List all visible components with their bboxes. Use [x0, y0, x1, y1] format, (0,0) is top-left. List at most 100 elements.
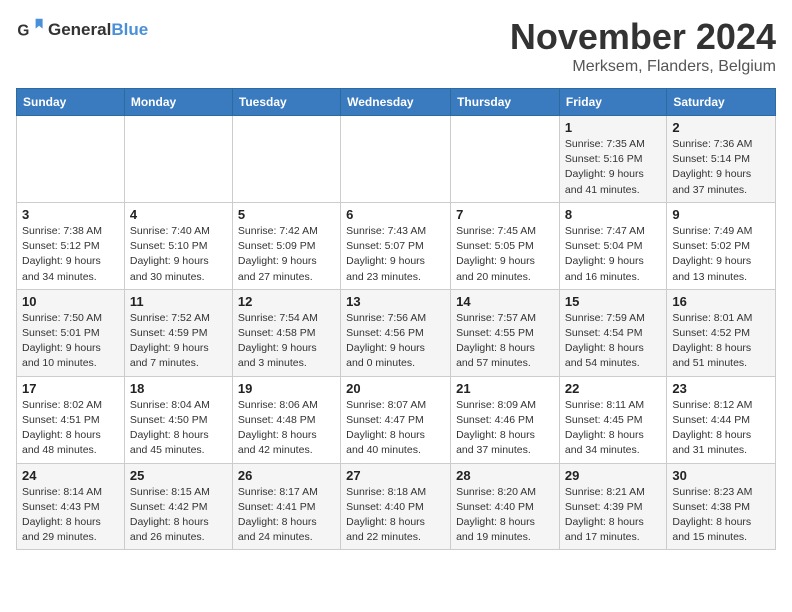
day-info: Sunrise: 7:56 AMSunset: 4:56 PMDaylight:…: [346, 311, 445, 372]
day-info: Sunrise: 8:12 AMSunset: 4:44 PMDaylight:…: [672, 398, 770, 459]
day-number: 13: [346, 294, 445, 309]
calendar-cell: 22 Sunrise: 8:11 AMSunset: 4:45 PMDayligh…: [559, 376, 666, 463]
title-area: November 2024 Merksem, Flanders, Belgium: [510, 16, 776, 76]
calendar-cell: 3Sunrise: 7:38 AMSunset: 5:12 PMDaylight…: [17, 202, 125, 289]
day-number: 6: [346, 207, 445, 222]
weekday-header-friday: Friday: [559, 89, 666, 116]
day-number: 7: [456, 207, 554, 222]
calendar-cell: 14 Sunrise: 7:57 AMSunset: 4:55 PMDayligh…: [451, 289, 560, 376]
calendar-cell: 16 Sunrise: 8:01 AMSunset: 4:52 PMDayligh…: [667, 289, 776, 376]
calendar-cell: 6Sunrise: 7:43 AMSunset: 5:07 PMDaylight…: [341, 202, 451, 289]
day-info: Sunrise: 7:57 AMSunset: 4:55 PMDaylight:…: [456, 311, 554, 372]
calendar-cell: 17Sunrise: 8:02 AMSunset: 4:51 PMDayligh…: [17, 376, 125, 463]
calendar-cell: 29 Sunrise: 8:21 AMSunset: 4:39 PMDayligh…: [559, 463, 666, 550]
day-number: 10: [22, 294, 119, 309]
day-number: 14: [456, 294, 554, 309]
day-info: Sunrise: 8:07 AMSunset: 4:47 PMDaylight:…: [346, 398, 445, 459]
calendar-cell: 26 Sunrise: 8:17 AMSunset: 4:41 PMDayligh…: [232, 463, 340, 550]
calendar-week-row: 3Sunrise: 7:38 AMSunset: 5:12 PMDaylight…: [17, 202, 776, 289]
day-number: 1: [565, 120, 661, 135]
day-number: 19: [238, 381, 335, 396]
weekday-header-sunday: Sunday: [17, 89, 125, 116]
day-info: Sunrise: 8:11 AMSunset: 4:45 PMDaylight:…: [565, 398, 661, 459]
day-number: 15: [565, 294, 661, 309]
calendar-cell: 4 Sunrise: 7:40 AMSunset: 5:10 PMDaylight…: [124, 202, 232, 289]
calendar-cell: 11Sunrise: 7:52 AMSunset: 4:59 PMDayligh…: [124, 289, 232, 376]
day-number: 3: [22, 207, 119, 222]
day-info: Sunrise: 8:04 AMSunset: 4:50 PMDaylight:…: [130, 398, 227, 459]
calendar-cell: 18 Sunrise: 8:04 AMSunset: 4:50 PMDayligh…: [124, 376, 232, 463]
day-info: Sunrise: 8:15 AMSunset: 4:42 PMDaylight:…: [130, 485, 227, 546]
calendar-cell: 10 Sunrise: 7:50 AMSunset: 5:01 PMDayligh…: [17, 289, 125, 376]
calendar-cell: 24 Sunrise: 8:14 AMSunset: 4:43 PMDayligh…: [17, 463, 125, 550]
day-info: Sunrise: 7:40 AMSunset: 5:10 PMDaylight:…: [130, 224, 227, 285]
day-info: Sunrise: 7:42 AMSunset: 5:09 PMDaylight:…: [238, 224, 335, 285]
location-title: Merksem, Flanders, Belgium: [510, 58, 776, 76]
calendar-cell: 30 Sunrise: 8:23 AMSunset: 4:38 PMDayligh…: [667, 463, 776, 550]
day-number: 4: [130, 207, 227, 222]
day-number: 30: [672, 468, 770, 483]
calendar-cell: 2Sunrise: 7:36 AMSunset: 5:14 PMDaylight…: [667, 116, 776, 203]
day-info: Sunrise: 8:06 AMSunset: 4:48 PMDaylight:…: [238, 398, 335, 459]
day-number: 25: [130, 468, 227, 483]
weekday-header-monday: Monday: [124, 89, 232, 116]
day-number: 16: [672, 294, 770, 309]
day-number: 8: [565, 207, 661, 222]
calendar-cell: [341, 116, 451, 203]
calendar-cell: 7 Sunrise: 7:45 AMSunset: 5:05 PMDaylight…: [451, 202, 560, 289]
calendar-cell: [124, 116, 232, 203]
day-info: Sunrise: 8:01 AMSunset: 4:52 PMDaylight:…: [672, 311, 770, 372]
day-info: Sunrise: 7:50 AMSunset: 5:01 PMDaylight:…: [22, 311, 119, 372]
header: G General Blue November 2024 Merksem, Fl…: [16, 16, 776, 76]
day-info: Sunrise: 7:49 AMSunset: 5:02 PMDaylight:…: [672, 224, 770, 285]
calendar-cell: 1 Sunrise: 7:35 AMSunset: 5:16 PMDaylight…: [559, 116, 666, 203]
day-info: Sunrise: 7:47 AMSunset: 5:04 PMDaylight:…: [565, 224, 661, 285]
month-title: November 2024: [510, 16, 776, 58]
day-info: Sunrise: 7:59 AMSunset: 4:54 PMDaylight:…: [565, 311, 661, 372]
logo-icon: G: [16, 16, 44, 44]
day-number: 12: [238, 294, 335, 309]
day-number: 24: [22, 468, 119, 483]
svg-text:G: G: [17, 23, 29, 40]
weekday-header-row: SundayMondayTuesdayWednesdayThursdayFrid…: [17, 89, 776, 116]
day-info: Sunrise: 8:21 AMSunset: 4:39 PMDaylight:…: [565, 485, 661, 546]
calendar-week-row: 10 Sunrise: 7:50 AMSunset: 5:01 PMDayligh…: [17, 289, 776, 376]
day-number: 2: [672, 120, 770, 135]
calendar: SundayMondayTuesdayWednesdayThursdayFrid…: [16, 88, 776, 550]
day-number: 11: [130, 294, 227, 309]
calendar-cell: 13 Sunrise: 7:56 AMSunset: 4:56 PMDayligh…: [341, 289, 451, 376]
day-number: 23: [672, 381, 770, 396]
day-info: Sunrise: 8:14 AMSunset: 4:43 PMDaylight:…: [22, 485, 119, 546]
weekday-header-wednesday: Wednesday: [341, 89, 451, 116]
day-info: Sunrise: 7:54 AMSunset: 4:58 PMDaylight:…: [238, 311, 335, 372]
day-info: Sunrise: 8:23 AMSunset: 4:38 PMDaylight:…: [672, 485, 770, 546]
calendar-cell: [17, 116, 125, 203]
calendar-week-row: 24 Sunrise: 8:14 AMSunset: 4:43 PMDayligh…: [17, 463, 776, 550]
calendar-week-row: 1 Sunrise: 7:35 AMSunset: 5:16 PMDaylight…: [17, 116, 776, 203]
day-number: 29: [565, 468, 661, 483]
calendar-cell: 23 Sunrise: 8:12 AMSunset: 4:44 PMDayligh…: [667, 376, 776, 463]
day-info: Sunrise: 8:09 AMSunset: 4:46 PMDaylight:…: [456, 398, 554, 459]
logo-blue: Blue: [111, 20, 148, 40]
day-info: Sunrise: 8:20 AMSunset: 4:40 PMDaylight:…: [456, 485, 554, 546]
day-number: 17: [22, 381, 119, 396]
calendar-cell: 8 Sunrise: 7:47 AMSunset: 5:04 PMDaylight…: [559, 202, 666, 289]
calendar-cell: 25 Sunrise: 8:15 AMSunset: 4:42 PMDayligh…: [124, 463, 232, 550]
calendar-cell: 20 Sunrise: 8:07 AMSunset: 4:47 PMDayligh…: [341, 376, 451, 463]
weekday-header-tuesday: Tuesday: [232, 89, 340, 116]
calendar-cell: 28Sunrise: 8:20 AMSunset: 4:40 PMDayligh…: [451, 463, 560, 550]
calendar-cell: [451, 116, 560, 203]
day-number: 27: [346, 468, 445, 483]
logo-general: General: [48, 20, 111, 40]
day-number: 18: [130, 381, 227, 396]
day-info: Sunrise: 7:45 AMSunset: 5:05 PMDaylight:…: [456, 224, 554, 285]
day-number: 9: [672, 207, 770, 222]
day-number: 22: [565, 381, 661, 396]
day-info: Sunrise: 7:35 AMSunset: 5:16 PMDaylight:…: [565, 137, 661, 198]
calendar-cell: 12 Sunrise: 7:54 AMSunset: 4:58 PMDayligh…: [232, 289, 340, 376]
calendar-week-row: 17Sunrise: 8:02 AMSunset: 4:51 PMDayligh…: [17, 376, 776, 463]
day-number: 26: [238, 468, 335, 483]
calendar-cell: 9 Sunrise: 7:49 AMSunset: 5:02 PMDaylight…: [667, 202, 776, 289]
day-number: 20: [346, 381, 445, 396]
day-info: Sunrise: 8:17 AMSunset: 4:41 PMDaylight:…: [238, 485, 335, 546]
